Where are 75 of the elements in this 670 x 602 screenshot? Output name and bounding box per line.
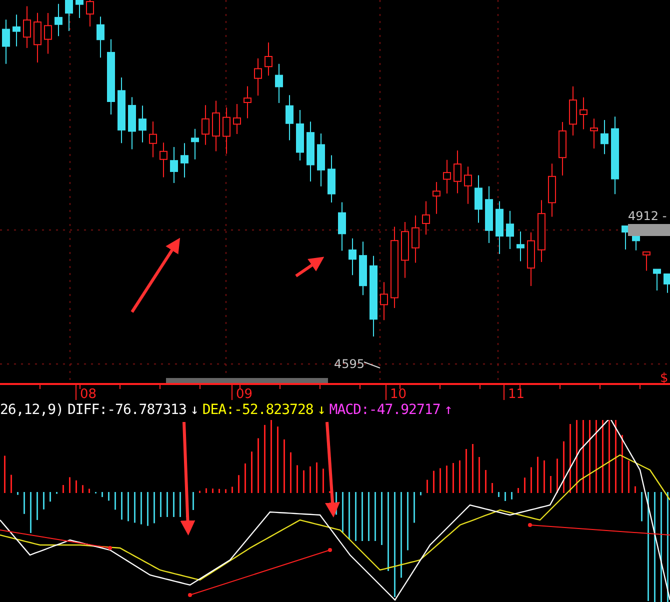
- candlestick: [580, 96, 588, 130]
- candlestick: [233, 104, 241, 135]
- candlestick: [422, 200, 430, 236]
- axis-mark: $: [660, 371, 668, 386]
- price-label: 4912 -: [628, 209, 667, 223]
- candlestick: [76, 0, 84, 19]
- scrollbar[interactable]: [166, 378, 328, 383]
- candlestick: [432, 182, 440, 214]
- candlestick: [180, 142, 188, 178]
- candlestick: [527, 232, 535, 287]
- candlestick: [548, 163, 556, 218]
- candlestick: [296, 109, 304, 161]
- dea-trend-arrow: ↓: [317, 402, 326, 418]
- candlestick: [380, 282, 388, 321]
- dea-value: DEA:-52.823728: [202, 402, 314, 418]
- candlestick: [464, 166, 472, 204]
- candlestick: [44, 12, 52, 54]
- candlestick: [96, 16, 104, 58]
- low-price-label: 4595: [334, 357, 365, 371]
- candlestick: [506, 210, 514, 250]
- candlestick: [474, 174, 482, 224]
- candlestick: [160, 142, 168, 178]
- candlestick: [212, 100, 220, 152]
- indicator-params: 26,12,9): [0, 402, 64, 418]
- candlestick: [569, 86, 577, 136]
- candlestick: [65, 0, 73, 32]
- candlestick: [485, 186, 493, 244]
- month-label: 10: [390, 387, 407, 400]
- candlestick: [538, 200, 546, 262]
- candlestick: [443, 159, 451, 194]
- candlestick: [558, 122, 566, 176]
- candlestick: [348, 238, 356, 276]
- candlestick: [170, 146, 178, 184]
- candlestick: [516, 231, 524, 262]
- candlestick: [328, 154, 336, 203]
- month-label: 09: [236, 387, 253, 400]
- candlestick: [244, 86, 252, 119]
- candlestick: [2, 19, 10, 64]
- price-marker-bar: [628, 224, 670, 236]
- candlestick: [23, 6, 31, 49]
- candlestick: [590, 118, 598, 149]
- candlestick: [275, 63, 283, 104]
- diff-value: DIFF:-76.787313: [67, 402, 186, 418]
- candlestick: [317, 133, 325, 187]
- candlestick: [664, 274, 670, 294]
- month-label: 08: [80, 387, 97, 400]
- candlestick: [401, 222, 409, 278]
- diff-trend-arrow: ↓: [190, 402, 198, 418]
- leader-line: [364, 362, 380, 368]
- candlestick: [54, 3, 62, 37]
- macd-trend-arrow: ↑: [444, 402, 452, 418]
- candlestick: [642, 251, 650, 272]
- month-label: 11: [508, 387, 525, 400]
- candlestick: [149, 120, 157, 158]
- candlestick: [34, 12, 42, 63]
- candlestick: [191, 128, 199, 160]
- candlestick: [496, 200, 504, 255]
- candlestick: [600, 120, 608, 155]
- candlestick: [454, 150, 462, 194]
- arrow: [295, 256, 324, 278]
- candlestick: [202, 104, 210, 146]
- candlestick: [12, 14, 20, 47]
- candlestick: [138, 105, 146, 143]
- candlestick: [359, 241, 367, 296]
- candlestick: [338, 202, 346, 252]
- candlestick: [286, 94, 294, 141]
- candlestick: [118, 77, 126, 144]
- candlestick: [254, 58, 262, 96]
- macd-value: MACD:-47.92717: [329, 402, 440, 418]
- candlestick: [412, 214, 420, 264]
- candlestick: [128, 96, 136, 150]
- candlestick: [264, 42, 272, 76]
- candlestick: [222, 107, 230, 154]
- candlestick: [306, 121, 314, 182]
- candlestick: [653, 268, 661, 291]
